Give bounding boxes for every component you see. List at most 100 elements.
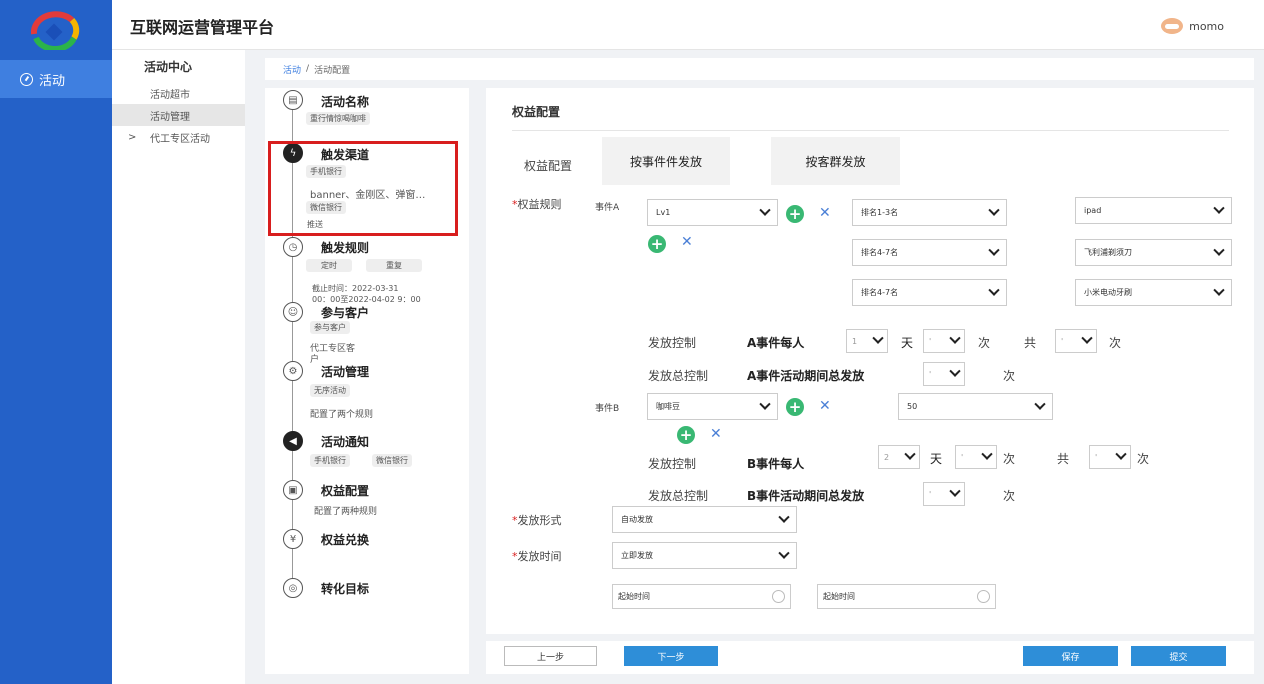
issue-time-select[interactable]: 立即发放: [612, 542, 797, 569]
step-name[interactable]: 触发规则: [321, 239, 369, 256]
step-tag: 重复: [366, 259, 422, 272]
event-b-label: 事件B: [595, 404, 620, 414]
next-button[interactable]: 下一步: [624, 646, 718, 666]
user-menu[interactable]: momo: [1161, 18, 1224, 34]
add-icon[interactable]: +: [786, 205, 804, 223]
select-value: ': [1061, 336, 1064, 346]
remove-icon[interactable]: ✕: [710, 426, 722, 442]
user-icon: ☺: [283, 302, 303, 322]
select-value: 自动发放: [621, 515, 653, 524]
step-name[interactable]: 活动通知: [321, 433, 369, 450]
select-value: 小米电动牙刷: [1084, 288, 1132, 297]
rule-label-text: 权益规则: [517, 198, 562, 211]
chevron-down-icon: [988, 204, 1000, 216]
total-a-label: 发放总控制: [648, 369, 709, 383]
total-b-text: B事件活动期间总发放: [747, 489, 865, 503]
times-stepper[interactable]: ': [923, 329, 965, 353]
total-stepper[interactable]: ': [1055, 329, 1097, 353]
chevron-down-icon: [988, 244, 1000, 256]
issue-form-select[interactable]: 自动发放: [612, 506, 797, 533]
event-a-level-select[interactable]: Lv1: [647, 199, 778, 226]
submenu-item-market[interactable]: 活动超市: [112, 82, 245, 104]
select-value: 2: [884, 452, 890, 462]
chevron-down-icon: [759, 398, 771, 410]
submit-button[interactable]: 提交: [1131, 646, 1226, 666]
breadcrumb-current: 活动配置: [314, 65, 351, 76]
days-stepper[interactable]: 1: [846, 329, 888, 353]
control-b-each: B事件每人: [747, 457, 805, 471]
divider: [512, 130, 1229, 131]
end-time-input[interactable]: 起始时间: [817, 584, 996, 609]
remove-icon[interactable]: ✕: [819, 398, 831, 414]
prize-select[interactable]: 飞利浦剃须刀: [1075, 239, 1232, 266]
event-b-count-select[interactable]: 50: [898, 393, 1053, 420]
nav-item-activity[interactable]: 活动: [0, 60, 112, 98]
start-time-input[interactable]: 起始时间: [612, 584, 791, 609]
panel-title: 权益配置: [512, 105, 561, 119]
rank-select[interactable]: 排名4-7名: [852, 239, 1007, 266]
chevron-down-icon: [778, 547, 790, 559]
chevron-down-icon: [981, 448, 993, 460]
total-stepper[interactable]: ': [1089, 445, 1131, 469]
remove-icon[interactable]: ✕: [681, 234, 693, 250]
select-value: 排名4-7名: [861, 248, 899, 257]
submenu-item-oem[interactable]: > 代工专区活动: [112, 126, 245, 148]
save-button[interactable]: 保存: [1023, 646, 1118, 666]
times-unit: 次: [1003, 369, 1016, 383]
select-value: ': [929, 489, 932, 499]
total-label: 共: [1024, 336, 1037, 350]
step-name[interactable]: 权益配置: [321, 482, 369, 499]
step-name[interactable]: 参与客户: [321, 304, 369, 321]
days-stepper[interactable]: 2: [878, 445, 920, 469]
submenu-label: 代工专区活动: [150, 133, 210, 145]
select-value: ': [929, 336, 932, 346]
tab-by-event[interactable]: 按事件件发放: [602, 137, 730, 185]
dashboard-icon: [20, 72, 33, 86]
rank-select[interactable]: 排名1-3名: [852, 199, 1007, 226]
chevron-down-icon: [988, 284, 1000, 296]
avatar: [1161, 18, 1184, 34]
step-tag: 定时: [306, 259, 352, 272]
times-unit: 次: [1003, 489, 1016, 503]
step-name[interactable]: 活动名称: [321, 93, 369, 110]
prize-select[interactable]: 小米电动牙刷: [1075, 279, 1232, 306]
prize-select[interactable]: ipad: [1075, 197, 1232, 224]
step-name[interactable]: 活动管理: [321, 363, 369, 380]
rule-label: *权益规则: [512, 196, 562, 212]
select-value: Lv1: [656, 208, 671, 217]
add-icon[interactable]: +: [786, 398, 804, 416]
step-name[interactable]: 权益兑换: [321, 531, 369, 548]
submenu-item-manage[interactable]: 活动管理: [112, 104, 245, 126]
select-value: 1: [852, 336, 858, 346]
remove-icon[interactable]: ✕: [819, 205, 831, 221]
total-a-stepper[interactable]: ': [923, 362, 965, 386]
chevron-down-icon: [949, 332, 961, 344]
chevron-down-icon: [1115, 448, 1127, 460]
step-text: 配置了两个规则: [310, 410, 374, 420]
select-value: 立即发放: [621, 551, 653, 560]
clock-icon: ◷: [283, 237, 303, 257]
document-icon: ▤: [283, 90, 303, 110]
times-unit: 次: [1109, 336, 1122, 350]
total-b-stepper[interactable]: ': [923, 482, 965, 506]
breadcrumb-sep: /: [306, 64, 310, 74]
chevron-down-icon: [872, 332, 884, 344]
add-icon[interactable]: +: [677, 426, 695, 444]
step-tag: 手机银行: [310, 454, 350, 467]
tab-by-group[interactable]: 按客群发放: [771, 137, 900, 185]
chevron-down-icon: [949, 485, 961, 497]
event-b-item-select[interactable]: 咖啡豆: [647, 393, 778, 420]
times-unit: 次: [978, 336, 991, 350]
breadcrumb-root[interactable]: 活动: [283, 63, 301, 76]
user-name: momo: [1189, 19, 1224, 33]
select-value: 排名1-3名: [861, 208, 899, 217]
highlight-box: [268, 141, 458, 236]
rank-select[interactable]: 排名4-7名: [852, 279, 1007, 306]
chevron-down-icon: [1081, 332, 1093, 344]
target-icon: ◎: [283, 578, 303, 598]
step-name[interactable]: 转化目标: [321, 580, 369, 597]
prev-button[interactable]: 上一步: [504, 646, 597, 666]
select-value: ipad: [1084, 206, 1102, 215]
times-stepper[interactable]: ': [955, 445, 997, 469]
add-icon[interactable]: +: [648, 235, 666, 253]
